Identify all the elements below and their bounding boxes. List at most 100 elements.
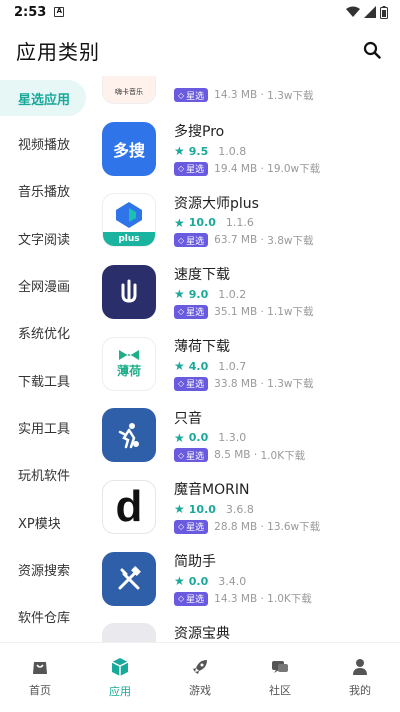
- sidebar-item-label: 实用工具: [18, 421, 71, 437]
- sidebar-item-music[interactable]: 音乐播放: [0, 167, 92, 214]
- battery-icon: [380, 5, 388, 19]
- app-version: 3.6.8: [225, 502, 254, 516]
- app-score: 0.0: [188, 431, 209, 445]
- app-size: 28.8 MB: [214, 520, 258, 533]
- app-icon: plus: [102, 193, 156, 248]
- status-time: 2:53: [14, 4, 47, 20]
- sidebar-item-label: 软件仓库: [18, 611, 71, 627]
- sidebar-item-resource-search[interactable]: 资源搜索: [0, 546, 92, 593]
- app-icon-label: plus: [103, 232, 155, 247]
- sidebar-item-label: 全网漫画: [18, 280, 71, 296]
- sidebar-item-label: 玩机软件: [18, 469, 71, 485]
- app-size: 19.4 MB: [214, 162, 258, 175]
- nav-apps[interactable]: 应用: [80, 643, 160, 712]
- app-score: 9.0: [188, 287, 209, 301]
- nav-label: 首页: [29, 683, 51, 697]
- sidebar-item-label: 文字阅读: [18, 232, 71, 248]
- cube-icon: [111, 657, 129, 676]
- list-item[interactable]: 多搜 多搜Pro ★ 9.5 1.0.8 ◇ 星选 19.4 MB · 19.0w下载: [92, 113, 400, 185]
- list-item[interactable]: d 魔音MORIN ★ 10.0 3.6.8 ◇ 星选 28.8 MB · 13.6w…: [92, 471, 400, 543]
- star-icon: ★: [174, 430, 185, 445]
- app-score: 9.5: [188, 144, 209, 158]
- app-version: 1.3.0: [218, 431, 247, 445]
- status-icons: [346, 5, 388, 19]
- person-icon: [353, 658, 367, 675]
- sidebar-item-label: 音乐播放: [18, 185, 71, 201]
- app-downloads: 1.0K下载: [267, 593, 312, 606]
- page-header: 应用类别: [0, 24, 400, 76]
- app-size: 8.5 MB: [214, 449, 251, 462]
- app-version: 3.4.0: [218, 574, 247, 588]
- sidebar-item-xposed[interactable]: XP模块: [0, 498, 92, 545]
- nav-profile[interactable]: 我的: [320, 643, 400, 712]
- chat-icon: [272, 660, 288, 673]
- page-title: 应用类别: [16, 39, 100, 64]
- app-name: 魔音MORIN: [174, 482, 250, 499]
- app-name: 简助手: [174, 554, 216, 571]
- diamond-icon: ◇: [178, 522, 185, 532]
- list-item[interactable]: 资源宝典: [92, 615, 400, 642]
- list-item[interactable]: 简助手 ★ 0.0 3.4.0 ◇ 星选 14.3 MB · 1.0K下载: [92, 543, 400, 615]
- list-item[interactable]: 嗨卡音乐 ◇ 星选 14.3 MB · 1.3w下载: [92, 76, 400, 113]
- rocket-icon: [193, 659, 207, 674]
- nav-community[interactable]: 社区: [240, 643, 320, 712]
- nav-home[interactable]: 首页: [0, 643, 80, 712]
- app-score: 4.0: [188, 359, 209, 373]
- sidebar-item-xingxuan[interactable]: 星选应用: [0, 80, 86, 116]
- sidebar-item-utility[interactable]: 实用工具: [0, 404, 92, 451]
- app-score: 10.0: [188, 216, 216, 230]
- app-icon: d: [102, 479, 156, 534]
- sidebar-item-comics[interactable]: 全网漫画: [0, 262, 92, 309]
- sidebar-item-repository[interactable]: 软件仓库: [0, 593, 92, 640]
- diamond-icon: ◇: [178, 90, 185, 100]
- app-downloads: 1.0K下载: [260, 449, 306, 462]
- xingxuan-badge: ◇ 星选: [174, 88, 209, 103]
- nav-label: 应用: [109, 684, 131, 698]
- sidebar-item-download[interactable]: 下载工具: [0, 356, 92, 403]
- list-item[interactable]: 只音 ★ 0.0 1.3.0 ◇ 星选 8.5 MB · 1.0K下载: [92, 399, 400, 471]
- diamond-icon: ◇: [178, 164, 185, 174]
- status-bar: 2:53 A: [0, 0, 400, 24]
- diamond-icon: ◇: [178, 594, 185, 604]
- app-size: 14.3 MB: [214, 89, 258, 102]
- app-icon: 嗨卡音乐: [102, 76, 156, 104]
- app-name: 资源宝典: [174, 625, 230, 642]
- app-size: 63.7 MB: [214, 234, 258, 247]
- sidebar-item-video[interactable]: 视频播放: [0, 120, 92, 167]
- app-version: 1.0.2: [218, 287, 247, 301]
- nav-label: 社区: [269, 683, 291, 697]
- app-name: 只音: [174, 410, 202, 427]
- list-item[interactable]: 薄荷 薄荷下载 ★ 4.0 1.0.7 ◇ 星选 33.8 MB · 1.3w下载: [92, 328, 400, 400]
- sidebar-item-label: XP模块: [18, 516, 61, 532]
- app-icon: [102, 622, 156, 642]
- sidebar-item-label: 资源搜索: [18, 563, 71, 579]
- star-icon: ★: [174, 359, 185, 374]
- app-name: 薄荷下载: [174, 339, 230, 356]
- nav-games[interactable]: 游戏: [160, 643, 240, 712]
- star-icon: ★: [174, 574, 185, 589]
- sidebar-item-tweaks[interactable]: 玩机软件: [0, 451, 92, 498]
- diamond-icon: ◇: [178, 307, 185, 317]
- app-icon-label: d: [115, 481, 143, 531]
- app-icon: [102, 408, 156, 463]
- diamond-icon: ◇: [178, 235, 185, 245]
- sidebar-item-optimize[interactable]: 系统优化: [0, 309, 92, 356]
- app-icon-label: 薄荷: [116, 364, 141, 379]
- app-version: 1.0.7: [218, 359, 247, 373]
- xingxuan-badge: ◇ 星选: [174, 161, 209, 176]
- app-icon: 多搜: [102, 121, 156, 176]
- app-list[interactable]: 嗨卡音乐 ◇ 星选 14.3 MB · 1.3w下载 多搜 多搜Pro ★ 9.5 1…: [92, 76, 400, 642]
- sidebar-item-reading[interactable]: 文字阅读: [0, 215, 92, 262]
- list-item[interactable]: plus 资源大师plus ★ 10.0 1.1.6 ◇ 星选 63.7 MB · 3…: [92, 184, 400, 256]
- app-version: 1.1.6: [225, 216, 254, 230]
- notification-icon: A: [54, 7, 65, 17]
- app-downloads: 13.6w下载: [267, 521, 321, 534]
- nav-label: 游戏: [189, 683, 211, 697]
- sidebar-item-label: 下载工具: [18, 374, 71, 390]
- star-icon: ★: [174, 144, 185, 159]
- xingxuan-badge: ◇ 星选: [174, 233, 209, 248]
- search-button[interactable]: [360, 38, 384, 62]
- app-downloads: 1.3w下载: [267, 89, 314, 102]
- list-item[interactable]: 速度下载 ★ 9.0 1.0.2 ◇ 星选 35.1 MB · 1.1w下载: [92, 256, 400, 328]
- xingxuan-badge: ◇ 星选: [174, 519, 209, 534]
